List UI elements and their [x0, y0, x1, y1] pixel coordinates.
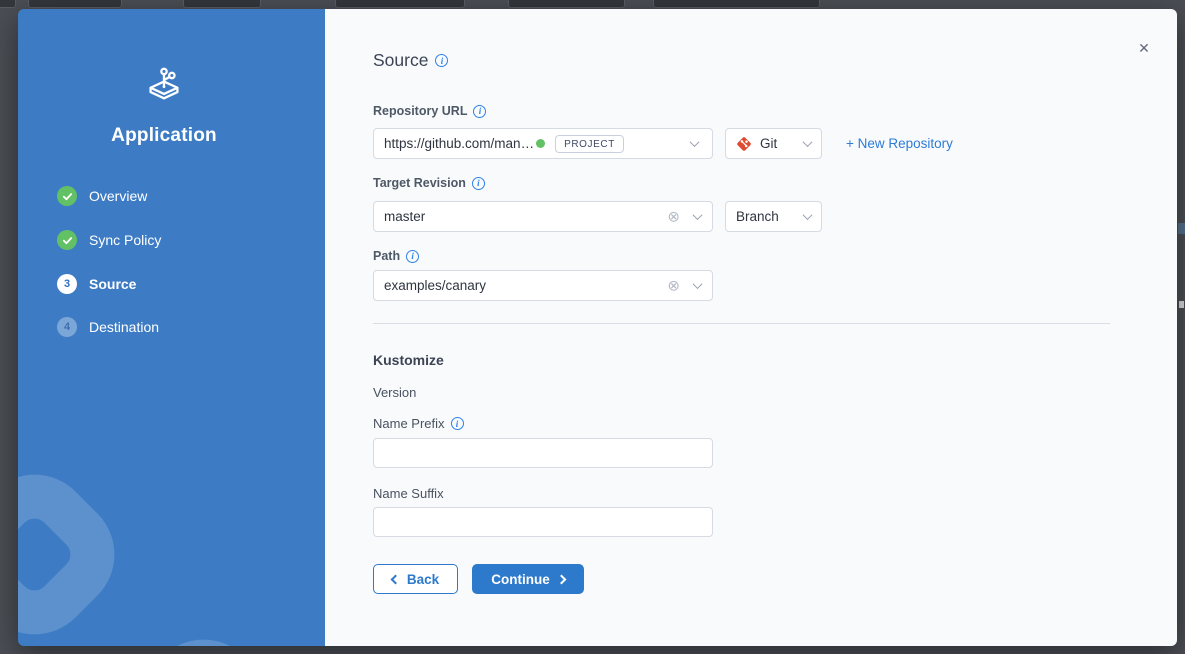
- wizard-sidebar: Application Overview Sync Policy 3 Sourc…: [18, 9, 325, 646]
- source-step-panel: ✕ Source Repository URL https://github.c…: [325, 9, 1177, 646]
- sidebar-item-overview[interactable]: Overview: [57, 185, 147, 207]
- name-prefix-label: Name Prefix: [373, 416, 464, 431]
- target-revision-input[interactable]: [373, 201, 713, 232]
- back-button[interactable]: Back: [373, 564, 458, 594]
- project-badge: PROJECT: [555, 135, 624, 153]
- chevron-down-icon[interactable]: [690, 137, 700, 147]
- background-tab: [653, 0, 820, 8]
- watermark-logo: [100, 616, 308, 646]
- repository-url-value: https://github.com/man…: [384, 136, 534, 151]
- target-revision-label: Target Revision: [373, 176, 485, 190]
- step-label: Sync Policy: [89, 232, 161, 248]
- name-suffix-label: Name Suffix: [373, 486, 444, 501]
- application-box-icon: [141, 59, 187, 105]
- background-tab: [183, 0, 261, 8]
- check-icon: [57, 186, 77, 206]
- background-tab: [335, 0, 465, 8]
- page-title-text: Source: [373, 50, 428, 71]
- info-icon[interactable]: [406, 250, 419, 263]
- continue-button-label: Continue: [491, 572, 550, 587]
- back-button-label: Back: [407, 572, 439, 587]
- revision-type-value: Branch: [736, 209, 779, 224]
- path-label: Path: [373, 249, 419, 263]
- git-icon: [736, 136, 752, 152]
- info-icon[interactable]: [435, 54, 448, 67]
- name-prefix-input[interactable]: [373, 438, 713, 468]
- label-text: Name Prefix: [373, 416, 445, 431]
- background-tab: [28, 0, 122, 8]
- step-number-badge: 3: [57, 274, 77, 294]
- name-suffix-input[interactable]: [373, 507, 713, 537]
- label-text: Name Suffix: [373, 486, 444, 501]
- revision-type-select[interactable]: Branch: [725, 201, 822, 232]
- check-icon: [57, 230, 77, 250]
- chevron-left-icon: [390, 574, 400, 584]
- clear-icon[interactable]: [667, 209, 680, 224]
- chevron-down-icon: [803, 137, 813, 147]
- step-label: Overview: [89, 188, 147, 204]
- info-icon[interactable]: [473, 105, 486, 118]
- wizard-title: Application: [18, 125, 310, 147]
- path-input[interactable]: [373, 270, 713, 301]
- watermark-logo: [18, 451, 138, 646]
- label-text: Version: [373, 385, 416, 400]
- close-icon[interactable]: ✕: [1135, 39, 1153, 57]
- new-repository-link[interactable]: + New Repository: [846, 136, 953, 151]
- sidebar-item-destination[interactable]: 4 Destination: [57, 316, 159, 338]
- label-text: Repository URL: [373, 104, 467, 118]
- step-label: Destination: [89, 319, 159, 335]
- clear-icon[interactable]: [667, 278, 680, 293]
- background-tab: [0, 0, 16, 8]
- repository-url-combobox[interactable]: https://github.com/man… PROJECT: [373, 128, 713, 159]
- info-icon[interactable]: [472, 177, 485, 190]
- step-number-badge: 4: [57, 317, 77, 337]
- repository-url-label: Repository URL: [373, 104, 486, 118]
- background-tab: [508, 0, 625, 8]
- background-artifact: [1178, 223, 1185, 234]
- kustomize-heading: Kustomize: [373, 352, 444, 368]
- repo-type-value: Git: [760, 136, 777, 151]
- step-label: Source: [89, 276, 136, 292]
- label-text: Target Revision: [373, 176, 466, 190]
- background-artifact: [1179, 301, 1184, 308]
- page-title: Source: [373, 50, 448, 71]
- sidebar-item-source[interactable]: 3 Source: [57, 273, 136, 295]
- info-icon[interactable]: [451, 417, 464, 430]
- version-label: Version: [373, 385, 416, 400]
- continue-button[interactable]: Continue: [472, 564, 584, 594]
- application-wizard-dialog: Application Overview Sync Policy 3 Sourc…: [18, 9, 1177, 646]
- repo-type-select[interactable]: Git: [725, 128, 822, 159]
- label-text: Path: [373, 249, 400, 263]
- chevron-down-icon: [803, 210, 813, 220]
- sidebar-item-sync-policy[interactable]: Sync Policy: [57, 229, 161, 251]
- section-divider: [373, 323, 1110, 324]
- repo-connected-status-dot: [536, 139, 545, 148]
- chevron-right-icon: [556, 574, 566, 584]
